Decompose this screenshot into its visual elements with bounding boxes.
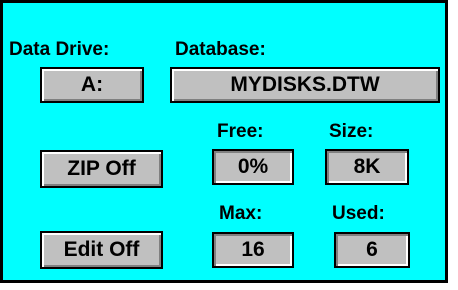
used-label: Used: bbox=[332, 203, 385, 224]
data-drive-button[interactable]: A: bbox=[40, 67, 144, 103]
database-button[interactable]: MYDISKS.DTW bbox=[170, 67, 440, 103]
free-label: Free: bbox=[217, 121, 264, 142]
disk-settings-panel: Data Drive: A: Database: MYDISKS.DTW Fre… bbox=[0, 0, 448, 283]
edit-toggle-button[interactable]: Edit Off bbox=[40, 231, 163, 269]
data-drive-label: Data Drive: bbox=[9, 39, 110, 60]
size-value: 8K bbox=[325, 149, 409, 185]
free-value: 0% bbox=[212, 149, 294, 185]
size-label: Size: bbox=[329, 121, 374, 142]
max-value: 16 bbox=[212, 232, 294, 268]
zip-toggle-button[interactable]: ZIP Off bbox=[40, 150, 163, 188]
max-label: Max: bbox=[219, 203, 263, 224]
database-label: Database: bbox=[175, 39, 266, 60]
used-value: 6 bbox=[334, 232, 410, 268]
